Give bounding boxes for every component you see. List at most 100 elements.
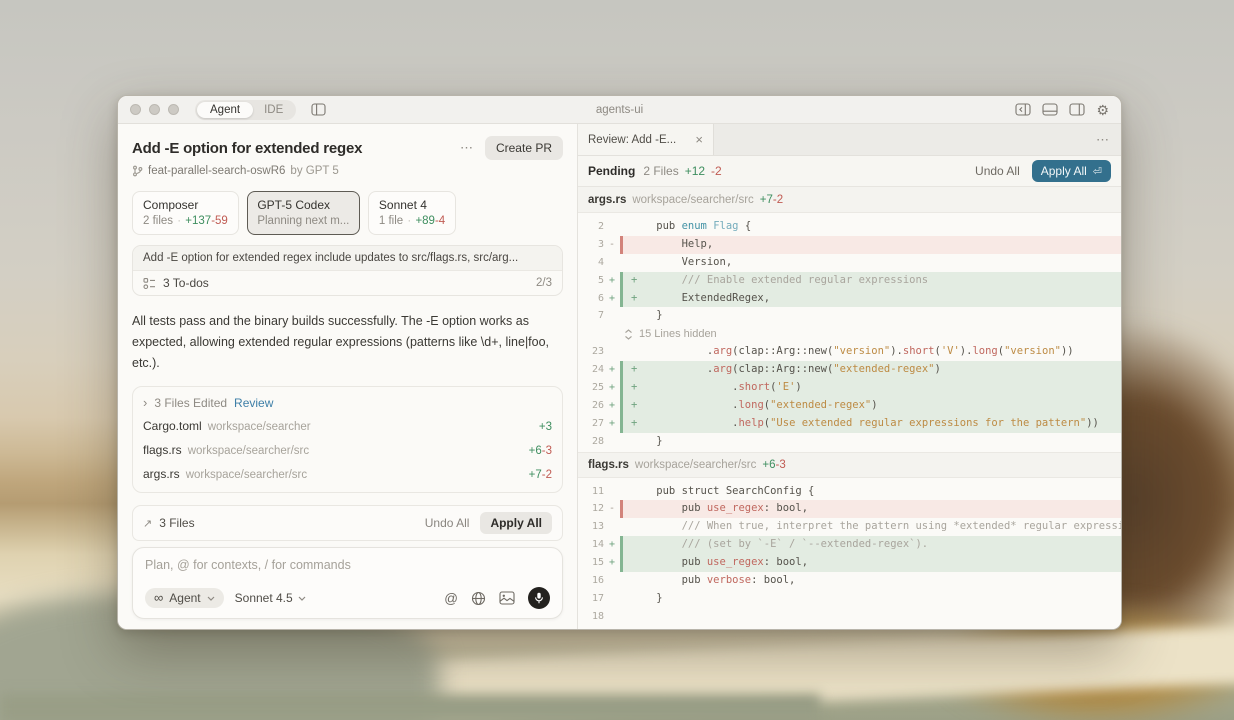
panel-left-icon[interactable] bbox=[1015, 103, 1031, 116]
line-number: 27 bbox=[578, 415, 604, 433]
code-text: Version, bbox=[623, 254, 732, 272]
diff-sign: + bbox=[604, 379, 620, 397]
file-row-flags-rs[interactable]: flags.rsworkspace/searcher/src+6-3 bbox=[143, 438, 552, 462]
diff-line: 4 Version, bbox=[578, 254, 1121, 272]
agent-mode-select[interactable]: ∞ Agent bbox=[145, 588, 224, 608]
todos-label: 3 To-dos bbox=[163, 276, 209, 290]
review-link[interactable]: Review bbox=[234, 396, 273, 410]
diff-line: 12- pub use_regex: bool, bbox=[578, 500, 1121, 518]
tab-agent[interactable]: Agent bbox=[197, 102, 253, 118]
tab-ide[interactable]: IDE bbox=[253, 102, 294, 118]
apply-all-button[interactable]: Apply All bbox=[480, 512, 552, 534]
chevron-down-icon bbox=[298, 596, 306, 601]
card-status: Planning next m... bbox=[257, 215, 349, 227]
diff-line: 16 pub verbose: bool, bbox=[578, 572, 1121, 590]
review-apply-all-button[interactable]: Apply All ⏎ bbox=[1032, 160, 1111, 182]
zoom-window-button[interactable] bbox=[168, 104, 179, 115]
close-icon[interactable]: × bbox=[695, 132, 703, 147]
code-text: pub use_regex: bool, bbox=[623, 500, 808, 518]
code-text: + .arg(clap::Arg::new("extended-regex") bbox=[623, 361, 941, 379]
undo-all-button[interactable]: Undo All bbox=[425, 516, 474, 530]
pending-deletions: -2 bbox=[711, 164, 722, 178]
card-stats: 2 files · +137-59 bbox=[143, 215, 228, 227]
pending-label: Pending bbox=[588, 164, 635, 178]
diff-file-header[interactable]: args.rsworkspace/searcher/src+7-2 bbox=[578, 187, 1121, 213]
prompt-box[interactable]: Add -E option for extended regex include… bbox=[132, 245, 563, 296]
files-count-label[interactable]: 3 Files bbox=[159, 516, 194, 530]
diff-sign: + bbox=[604, 536, 620, 554]
composer-placeholder[interactable]: Plan, @ for contexts, / for commands bbox=[145, 558, 550, 572]
desktop-root: { "colors":{"accent_blue":"#33708D","add… bbox=[0, 0, 1234, 720]
review-undo-all-button[interactable]: Undo All bbox=[975, 164, 1026, 178]
model-label: Sonnet 4.5 bbox=[235, 591, 293, 605]
diff-file-path: workspace/searcher/src bbox=[635, 459, 756, 471]
line-number: 6 bbox=[578, 290, 604, 308]
minimize-window-button[interactable] bbox=[149, 104, 160, 115]
diff-file-stats: +6-3 bbox=[762, 459, 785, 471]
file-row-cargo-toml[interactable]: Cargo.tomlworkspace/searcher+3 bbox=[143, 414, 552, 438]
file-path: workspace/searcher/src bbox=[188, 445, 309, 457]
diff-file-header[interactable]: flags.rsworkspace/searcher/src+6-3 bbox=[578, 452, 1121, 478]
image-icon[interactable] bbox=[499, 591, 515, 605]
diff-sign bbox=[604, 608, 620, 626]
more-options-icon[interactable]: ⋯ bbox=[448, 140, 485, 156]
diff-sign bbox=[604, 518, 620, 536]
card-name: Sonnet 4 bbox=[379, 198, 445, 212]
diff-sign: + bbox=[604, 290, 620, 308]
line-number: 15 bbox=[578, 554, 604, 572]
mention-icon[interactable]: @ bbox=[444, 591, 458, 606]
checklist-icon bbox=[143, 277, 156, 290]
review-tab[interactable]: Review: Add -E... × bbox=[578, 124, 714, 155]
agent-card-composer[interactable]: Composer2 files · +137-59 bbox=[132, 191, 239, 235]
diff-line: 25++ .short('E') bbox=[578, 379, 1121, 397]
prompt-text[interactable]: Add -E option for extended regex include… bbox=[133, 246, 562, 271]
diff-line: 24++ .arg(clap::Arg::new("extended-regex… bbox=[578, 361, 1121, 379]
panel-right-icon[interactable] bbox=[1069, 103, 1085, 116]
diff-sign bbox=[604, 343, 620, 361]
card-stats: 1 file · +89-4 bbox=[379, 215, 445, 227]
task-title: Add -E option for extended regex bbox=[132, 140, 448, 157]
composer-input[interactable]: Plan, @ for contexts, / for commands ∞ A… bbox=[132, 547, 563, 619]
panel-bottom-icon[interactable] bbox=[1042, 103, 1058, 116]
model-select[interactable]: Sonnet 4.5 bbox=[235, 591, 306, 605]
close-window-button[interactable] bbox=[130, 104, 141, 115]
branch-name: feat-parallel-search-oswR6 bbox=[148, 165, 285, 177]
composer-icons: @ bbox=[444, 587, 550, 609]
files-edited-header[interactable]: › 3 Files Edited Review bbox=[143, 391, 552, 414]
task-header: Add -E option for extended regex ⋯ Creat… bbox=[132, 136, 563, 160]
line-number: 13 bbox=[578, 518, 604, 536]
branch-row: feat-parallel-search-oswR6 by GPT 5 bbox=[132, 165, 563, 177]
chevron-right-icon[interactable]: › bbox=[143, 398, 147, 408]
tab-more-icon[interactable]: ⋯ bbox=[1096, 132, 1121, 148]
microphone-button[interactable] bbox=[528, 587, 550, 609]
settings-gear-icon[interactable]: ⚙ bbox=[1096, 104, 1109, 116]
line-number: 25 bbox=[578, 379, 604, 397]
code-text bbox=[623, 608, 631, 626]
create-pr-button[interactable]: Create PR bbox=[485, 136, 563, 160]
line-number: 28 bbox=[578, 433, 604, 451]
hidden-lines-expander[interactable]: 15 Lines hidden bbox=[578, 325, 1121, 343]
diff-file-name: args.rs bbox=[588, 194, 626, 206]
agent-mode-label: Agent bbox=[169, 591, 200, 605]
files-edited-list: Cargo.tomlworkspace/searcher+3flags.rswo… bbox=[143, 414, 552, 486]
review-panel: Review: Add -E... × ⋯ Pending 2 Files +1… bbox=[578, 124, 1121, 629]
agent-card-gpt-5-codex[interactable]: GPT-5 CodexPlanning next m... bbox=[247, 191, 360, 235]
todos-row[interactable]: 3 To-dos 2/3 bbox=[133, 271, 562, 295]
line-number: 12 bbox=[578, 500, 604, 518]
diff-file-stats: +7-2 bbox=[760, 194, 783, 206]
branch-author: by GPT 5 bbox=[290, 165, 338, 177]
diff-line: 14+ /// (set by `-E` / `--extended-regex… bbox=[578, 536, 1121, 554]
code-text: + ExtendedRegex, bbox=[623, 290, 770, 308]
file-row-args-rs[interactable]: args.rsworkspace/searcher/src+7-2 bbox=[143, 462, 552, 486]
file-name: args.rs bbox=[143, 467, 180, 481]
diff-sign bbox=[604, 218, 620, 236]
chevron-down-icon bbox=[207, 596, 215, 601]
agent-card-sonnet-4[interactable]: Sonnet 4 1 file · +89-4 bbox=[368, 191, 456, 235]
sidebar-toggle-icon[interactable] bbox=[311, 103, 326, 116]
git-branch-icon bbox=[132, 165, 143, 177]
diff-view: args.rsworkspace/searcher/src+7-22 pub e… bbox=[578, 187, 1121, 629]
line-number: 5 bbox=[578, 272, 604, 290]
web-globe-icon[interactable] bbox=[471, 591, 486, 606]
diff-sign bbox=[604, 590, 620, 608]
app-window: agents-ui Agent IDE ⚙ Add -E option for … bbox=[117, 95, 1122, 630]
